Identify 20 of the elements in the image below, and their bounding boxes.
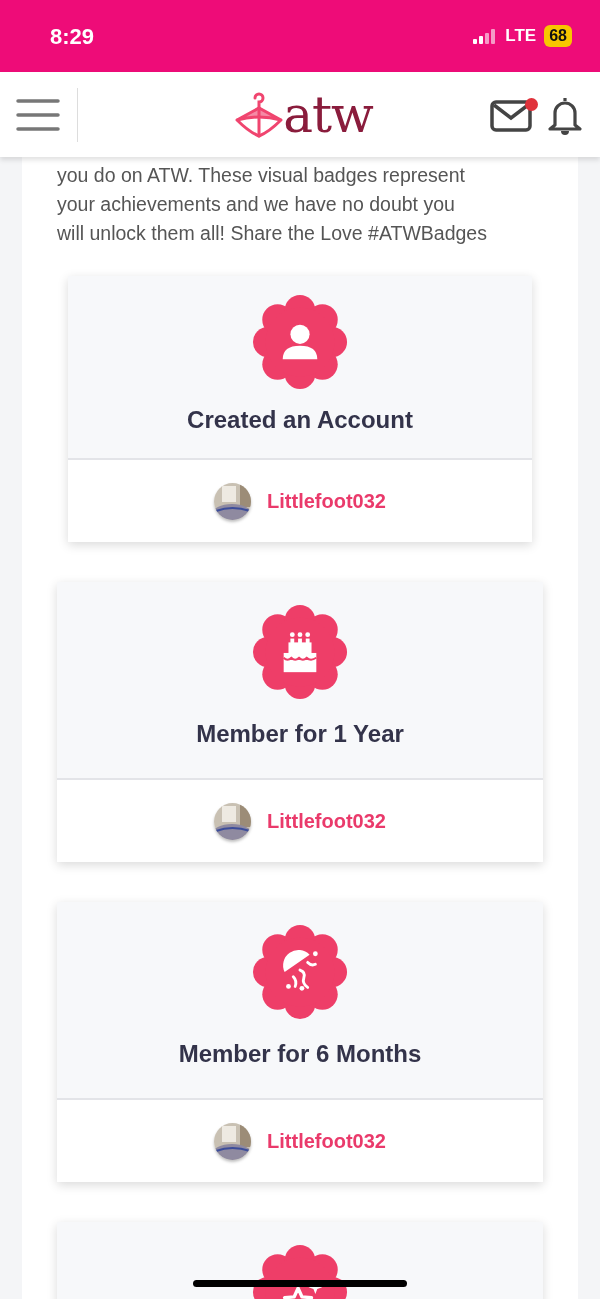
person-icon: [252, 294, 348, 390]
intro-text: will unlock them all! Share the Love #ATWBadges: [56, 221, 488, 246]
hanger-icon: [235, 91, 284, 138]
username-link[interactable]: Littlefoot032: [267, 806, 386, 836]
intro-text: you do on ATW. These visual badges represent: [56, 163, 466, 188]
clock: 8:29: [50, 22, 95, 51]
jellyfish-icon: [252, 924, 348, 1020]
badge-title: Created an Account: [186, 405, 414, 435]
mail-icon[interactable]: [490, 99, 532, 132]
network-type: LTE: [505, 25, 537, 48]
intro-text: your achievements and we have no doubt you: [56, 192, 456, 217]
badge-title: Member for 1 Year: [195, 719, 405, 749]
logo-text[interactable]: atw: [283, 89, 373, 140]
battery-indicator: 68: [544, 25, 572, 47]
menu-icon[interactable]: [16, 97, 60, 132]
signal-icon: [473, 28, 498, 44]
badge-title: Member for 6 Months: [177, 1039, 423, 1069]
username-link[interactable]: Littlefoot032: [267, 1126, 386, 1156]
username-link[interactable]: Littlefoot032: [267, 486, 386, 516]
cake-icon: [252, 604, 348, 700]
